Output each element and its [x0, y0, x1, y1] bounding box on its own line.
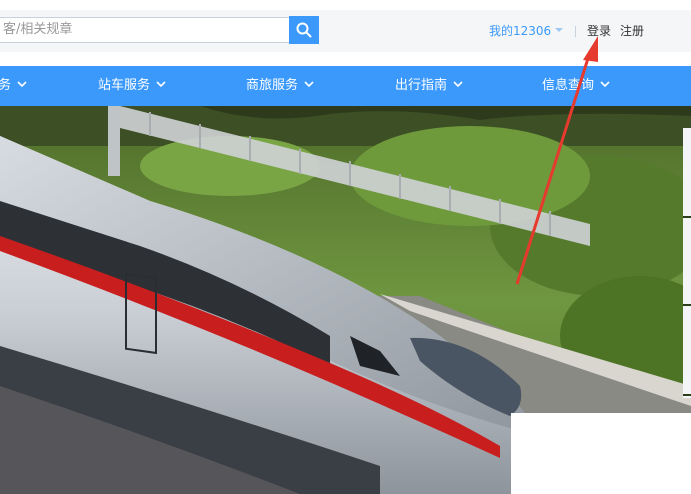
search-button[interactable]: [289, 16, 319, 44]
divider: [575, 26, 576, 37]
nav-item-business-travel[interactable]: 商旅服务: [246, 66, 314, 106]
side-panel-edge: [683, 128, 691, 398]
nav-item-label: 出行指南: [395, 78, 448, 93]
register-link[interactable]: 注册: [620, 22, 644, 39]
login-link[interactable]: 登录: [587, 22, 611, 39]
chevron-down-icon: [600, 81, 610, 88]
nav-item-info-query[interactable]: 信息查询: [542, 66, 610, 106]
login-panel: [511, 413, 691, 494]
chevron-down-icon: [17, 81, 27, 88]
chevron-down-icon: [156, 81, 166, 88]
nav-item-label: 站车服务: [98, 78, 151, 93]
main-nav: 务 站车服务 商旅服务 出行指南 信息查询: [0, 66, 691, 106]
nav-item-ticket-services[interactable]: 务: [0, 66, 27, 106]
caret-down-icon[interactable]: [553, 25, 565, 35]
nav-item-travel-guide[interactable]: 出行指南: [395, 66, 463, 106]
search-input[interactable]: 客/相关规章: [0, 17, 289, 43]
search-icon: [296, 22, 312, 38]
nav-item-label: 商旅服务: [246, 78, 299, 93]
nav-item-label: 信息查询: [542, 78, 595, 93]
top-header: 客/相关规章 我的12306 登录 注册: [0, 0, 691, 66]
nav-item-station-services[interactable]: 站车服务: [98, 66, 166, 106]
my-12306-menu[interactable]: 我的12306: [489, 22, 551, 39]
nav-item-label: 务: [0, 78, 12, 93]
chevron-down-icon: [453, 81, 463, 88]
chevron-down-icon: [304, 81, 314, 88]
